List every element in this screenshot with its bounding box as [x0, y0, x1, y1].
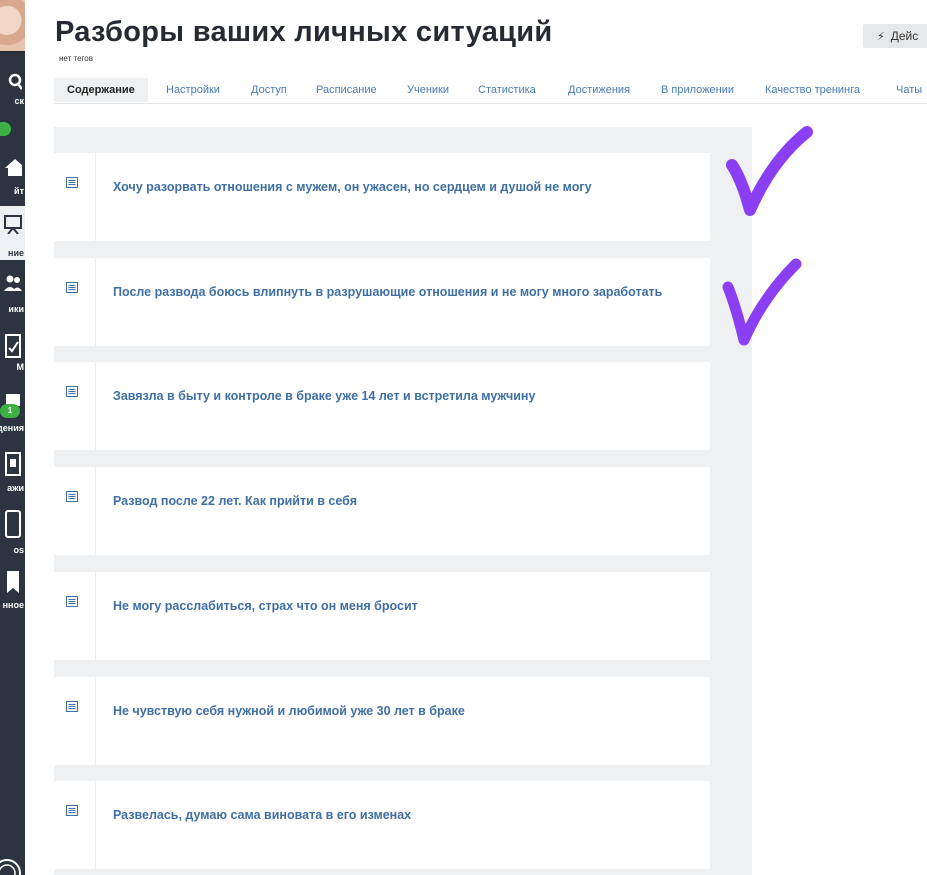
tab-students[interactable]: Ученики [407, 78, 449, 102]
sidebar-item-favorites[interactable]: нное [0, 570, 25, 612]
actions-button-label: Дейс [890, 29, 919, 43]
logo-icon [0, 859, 21, 875]
card-divider [95, 258, 96, 346]
sidebar-item-label: ики [8, 304, 24, 314]
sidebar-item-site[interactable]: йт [0, 158, 25, 198]
left-sidebar: ск йт ние ики M 1 дения ажи os нное [0, 0, 25, 875]
lesson-card[interactable]: Развод после 22 лет. Как прийти в себя [46, 467, 710, 555]
card-divider [95, 153, 96, 241]
tab-achievements[interactable]: Достижения [568, 78, 630, 102]
avatar[interactable] [0, 0, 25, 52]
lesson-card[interactable]: Развелась, думаю сама виновата в его изм… [46, 781, 710, 869]
document-icon [66, 701, 78, 712]
home-icon [5, 159, 22, 176]
document-icon [66, 805, 78, 816]
page-title: Разборы ваших личных ситуаций [55, 16, 553, 48]
sidebar-item-label: йт [14, 186, 24, 196]
lesson-card[interactable]: Не чувствую себя нужной и любимой уже 30… [46, 677, 710, 765]
document-icon [66, 386, 78, 397]
tablet-icon [5, 510, 21, 538]
lesson-title-link[interactable]: Завязла в быту и контроле в браке уже 14… [113, 386, 693, 406]
check-square-icon [5, 334, 21, 358]
lesson-card[interactable]: Хочу разорвать отношения с мужем, он ужа… [46, 153, 710, 241]
lesson-card[interactable]: Не могу расслабиться, страх что он меня … [46, 572, 710, 660]
document-icon [66, 596, 78, 607]
lesson-title-link[interactable]: Развелась, думаю сама виновата в его изм… [113, 805, 693, 825]
presentation-icon [4, 215, 22, 234]
lesson-title-link[interactable]: После развода боюсь влипнуть в разрушающ… [113, 282, 693, 302]
sidebar-item-messages[interactable]: 1 дения [0, 386, 25, 438]
shop-icon [5, 452, 21, 476]
tab-statistics[interactable]: Статистика [478, 78, 536, 102]
tab-training-quality[interactable]: Качество тренинга [765, 78, 860, 102]
card-divider [95, 781, 96, 869]
status-badge [0, 122, 11, 136]
sidebar-item-crm[interactable]: M [0, 334, 25, 374]
tab-in-app[interactable]: В приложении [661, 78, 734, 102]
sidebar-item-label: ажи [7, 483, 24, 493]
sidebar-item-search[interactable]: ск [0, 72, 25, 112]
tab-bar: Содержание Настройки Доступ Расписание У… [54, 78, 927, 104]
sidebar-item-sales[interactable]: ажи [0, 452, 25, 494]
users-icon [4, 275, 22, 291]
sidebar-item-users[interactable]: ики [0, 274, 25, 316]
tab-schedule[interactable]: Расписание [316, 78, 377, 102]
sidebar-item-training[interactable]: ние [0, 206, 25, 260]
tab-settings[interactable]: Настройки [166, 78, 220, 102]
tags-label[interactable]: нет тегов [59, 54, 93, 63]
lesson-title-link[interactable]: Не чувствую себя нужной и любимой уже 30… [113, 701, 693, 721]
sidebar-item-apps[interactable]: os [0, 510, 25, 556]
sidebar-item-label: ск [14, 96, 24, 106]
sidebar-item-label: дения [0, 423, 24, 433]
sidebar-item-label: нное [2, 600, 24, 610]
card-divider [95, 362, 96, 450]
tab-content[interactable]: Содержание [54, 78, 148, 102]
lesson-card[interactable]: Завязла в быту и контроле в браке уже 14… [46, 362, 710, 450]
search-icon [8, 73, 22, 90]
card-divider [95, 467, 96, 555]
sidebar-item-label: os [13, 545, 24, 555]
sidebar-item-label: ние [8, 248, 24, 258]
tab-chats[interactable]: Чаты [896, 78, 922, 102]
lesson-card[interactable]: После развода боюсь влипнуть в разрушающ… [46, 258, 710, 346]
card-divider [95, 572, 96, 660]
lesson-title-link[interactable]: Не могу расслабиться, страх что он меня … [113, 596, 693, 616]
lightning-icon: ⚡ [877, 31, 885, 43]
card-divider [95, 677, 96, 765]
checkmark-annotation [722, 258, 802, 346]
tab-access[interactable]: Доступ [251, 78, 287, 102]
document-icon [66, 491, 78, 502]
actions-button[interactable]: ⚡ Дейс [863, 24, 927, 48]
sidebar-item-status[interactable] [0, 120, 25, 140]
lesson-title-link[interactable]: Хочу разорвать отношения с мужем, он ужа… [113, 177, 693, 197]
document-icon [66, 282, 78, 293]
checkmark-annotation [726, 126, 813, 216]
notification-badge: 1 [0, 404, 20, 418]
bookmark-icon [7, 571, 19, 593]
document-icon [66, 177, 78, 188]
sidebar-item-label: M [16, 362, 25, 372]
lesson-title-link[interactable]: Развод после 22 лет. Как прийти в себя [113, 491, 693, 511]
